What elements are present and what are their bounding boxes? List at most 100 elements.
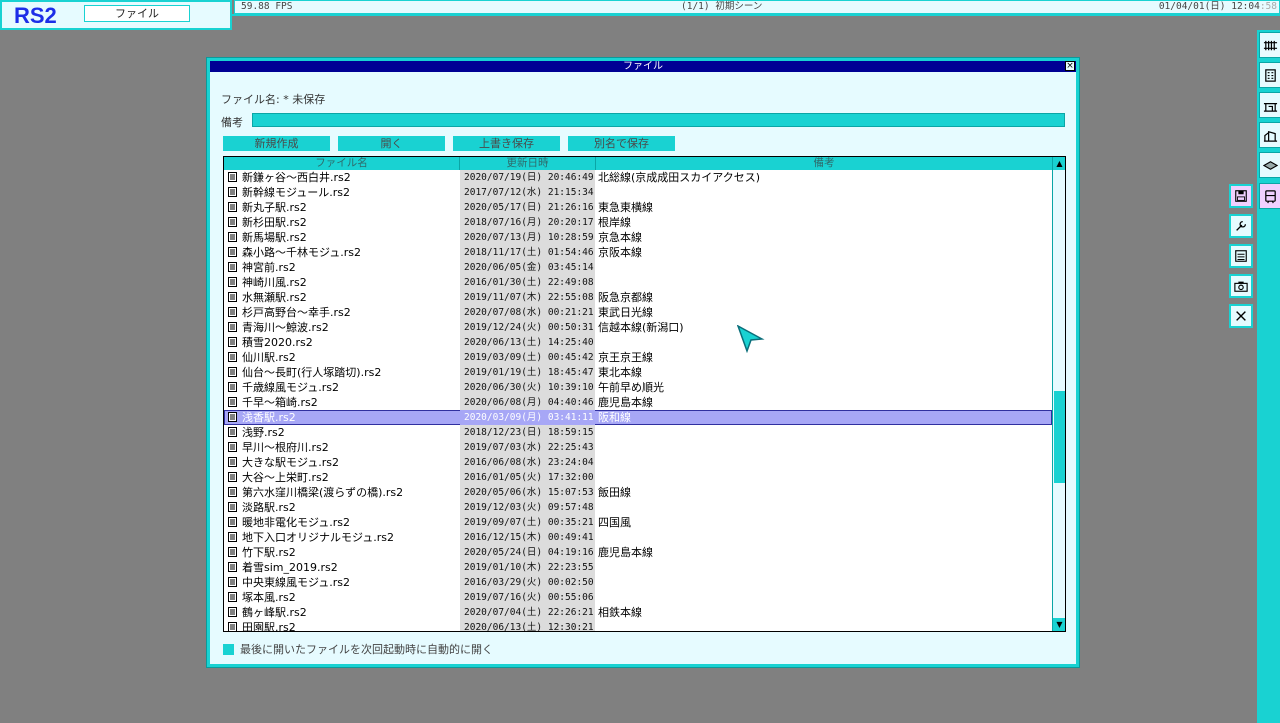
file-row[interactable]: 新幹線モジュール.rs2 2017/07/12(水) 21:15:34 bbox=[224, 185, 1052, 200]
scenery-icon bbox=[1263, 130, 1277, 142]
settings-side-button[interactable] bbox=[1229, 214, 1253, 238]
file-row[interactable]: 中央東線風モジュ.rs2 2016/03/29(火) 00:02:50 bbox=[224, 575, 1052, 590]
close-side-button[interactable] bbox=[1229, 304, 1253, 328]
file-row[interactable]: 着雪sim_2019.rs2 2019/01/10(木) 22:23:55 bbox=[224, 560, 1052, 575]
dialog-title: ファイル bbox=[623, 61, 663, 72]
file-row[interactable]: 塚本風.rs2 2019/07/16(火) 00:55:06 bbox=[224, 590, 1052, 605]
file-date: 2020/05/24(日) 04:19:16 bbox=[460, 545, 595, 560]
file-row[interactable]: 千歳線風モジュ.rs2 2020/06/30(火) 10:39:10 午前早め順光 bbox=[224, 380, 1052, 395]
document-icon bbox=[228, 427, 237, 437]
file-row[interactable]: 神崎川風.rs2 2016/01/30(土) 22:49:08 bbox=[224, 275, 1052, 290]
station-tool-button[interactable] bbox=[1259, 92, 1280, 118]
file-name: 積雪2020.rs2 bbox=[228, 335, 460, 350]
file-row[interactable]: 地下入口オリジナルモジュ.rs2 2016/12/15(木) 00:49:41 bbox=[224, 530, 1052, 545]
file-date: 2020/06/13(土) 12:30:21 bbox=[460, 620, 595, 631]
file-row[interactable]: 浅香駅.rs2 2020/03/09(月) 03:41:11 阪和線 bbox=[224, 410, 1052, 425]
list-side-button[interactable] bbox=[1229, 244, 1253, 268]
file-row[interactable]: 神宮前.rs2 2020/06/05(金) 03:45:14 bbox=[224, 260, 1052, 275]
file-name: 新鎌ヶ谷～西白井.rs2 bbox=[228, 170, 460, 185]
file-row[interactable]: 鶴ヶ峰駅.rs2 2020/07/04(土) 22:26:21 相鉄本線 bbox=[224, 605, 1052, 620]
dialog-titlebar[interactable]: ファイル × bbox=[210, 61, 1076, 72]
file-row[interactable]: 田園駅.rs2 2020/06/13(土) 12:30:21 bbox=[224, 620, 1052, 632]
file-menu-button[interactable]: ファイル bbox=[84, 5, 190, 22]
file-row[interactable]: 新杉田駅.rs2 2018/07/16(月) 20:20:17 根岸線 bbox=[224, 215, 1052, 230]
file-date: 2020/06/05(金) 03:45:14 bbox=[460, 260, 595, 275]
file-name: 神崎川風.rs2 bbox=[228, 275, 460, 290]
file-list-scrollbar[interactable]: ▲ ▼ bbox=[1052, 157, 1065, 631]
file-name: 千早～箱崎.rs2 bbox=[228, 395, 460, 410]
file-name: 大谷～上栄町.rs2 bbox=[228, 470, 460, 485]
file-row[interactable]: 積雪2020.rs2 2020/06/13(土) 14:25:40 bbox=[224, 335, 1052, 350]
file-date: 2018/11/17(土) 01:54:46 bbox=[460, 245, 595, 260]
file-date: 2019/09/07(土) 00:35:21 bbox=[460, 515, 595, 530]
file-name-text: 竹下駅.rs2 bbox=[242, 546, 296, 559]
document-icon bbox=[228, 592, 237, 602]
save-as-button[interactable]: 別名で保存 bbox=[568, 136, 675, 151]
column-header-name[interactable]: ファイル名 bbox=[224, 157, 460, 170]
document-icon bbox=[228, 187, 237, 197]
list-icon bbox=[1235, 250, 1247, 262]
file-memo: 京王京王線 bbox=[598, 351, 653, 364]
file-row[interactable]: 青海川～鯨波.rs2 2019/12/24(火) 00:50:31 信越本線(新潟口… bbox=[224, 320, 1052, 335]
file-name-text: 新幹線モジュール.rs2 bbox=[242, 186, 350, 199]
file-name-text: 青海川～鯨波.rs2 bbox=[242, 321, 329, 334]
file-date: 2019/12/24(火) 00:50:31 bbox=[460, 320, 595, 335]
topbar-divider bbox=[232, 14, 1280, 16]
file-name: 神宮前.rs2 bbox=[228, 260, 460, 275]
auto-open-option[interactable]: 最後に開いたファイルを次回起動時に自動的に開く bbox=[223, 641, 493, 657]
file-name-text: 早川～根府川.rs2 bbox=[242, 441, 329, 454]
file-row[interactable]: 淡路駅.rs2 2019/12/03(火) 09:57:48 bbox=[224, 500, 1052, 515]
dialog-close-button[interactable]: × bbox=[1065, 61, 1075, 71]
file-list[interactable]: ファイル名 更新日時 備考 新鎌ヶ谷～西白井.rs2 2020/07/19(日) … bbox=[223, 156, 1066, 632]
file-date: 2016/01/05(火) 17:32:00 bbox=[460, 470, 595, 485]
file-row[interactable]: 杉戸高野台～幸手.rs2 2020/07/08(水) 00:21:21 東武日光線 bbox=[224, 305, 1052, 320]
open-file-button[interactable]: 開く bbox=[338, 136, 445, 151]
file-name-text: 田園駅.rs2 bbox=[242, 621, 296, 632]
file-list-header: ファイル名 更新日時 備考 bbox=[224, 157, 1052, 170]
file-dialog: ファイル × ファイル名: * 未保存 備考 新規作成 開く 上書き保存 別名で… bbox=[206, 57, 1080, 668]
file-name-text: 暖地非電化モジュ.rs2 bbox=[242, 516, 350, 529]
save-side-button[interactable] bbox=[1229, 184, 1253, 208]
file-row[interactable]: 新馬場駅.rs2 2020/07/13(月) 10:28:59 京急本線 bbox=[224, 230, 1052, 245]
building-tool-button[interactable] bbox=[1259, 62, 1280, 88]
file-row[interactable]: 暖地非電化モジュ.rs2 2019/09/07(土) 00:35:21 四国風 bbox=[224, 515, 1052, 530]
file-date: 2020/07/13(月) 10:28:59 bbox=[460, 230, 595, 245]
column-header-date[interactable]: 更新日時 bbox=[460, 157, 596, 170]
camera-side-button[interactable] bbox=[1229, 274, 1253, 298]
fps-counter: 59.88 FPS bbox=[241, 1, 293, 12]
file-row[interactable]: 新鎌ヶ谷～西白井.rs2 2020/07/19(日) 20:46:49 北総線(京成… bbox=[224, 170, 1052, 185]
file-row[interactable]: 第六水窪川橋梁(渡らずの橋).rs2 2020/05/06(水) 15:07:53… bbox=[224, 485, 1052, 500]
file-row[interactable]: 仙川駅.rs2 2019/03/09(土) 00:45:42 京王京王線 bbox=[224, 350, 1052, 365]
file-date: 2019/01/19(土) 18:45:47 bbox=[460, 365, 595, 380]
rail-track-tool-button[interactable] bbox=[1259, 32, 1280, 58]
file-row[interactable]: 水無瀬駅.rs2 2019/11/07(木) 22:55:08 阪急京都線 bbox=[224, 290, 1052, 305]
file-date: 2018/12/23(日) 18:59:15 bbox=[460, 425, 595, 440]
document-icon bbox=[228, 337, 237, 347]
file-memo: 京急本線 bbox=[598, 231, 642, 244]
scroll-up-arrow-icon[interactable]: ▲ bbox=[1053, 157, 1065, 170]
document-icon bbox=[228, 622, 237, 631]
file-row[interactable]: 早川～根府川.rs2 2019/07/03(水) 22:25:43 bbox=[224, 440, 1052, 455]
train-tool-button[interactable] bbox=[1259, 183, 1280, 209]
file-row[interactable]: 千早～箱崎.rs2 2020/06/08(月) 04:40:46 鹿児島本線 bbox=[224, 395, 1052, 410]
file-row[interactable]: 大きな駅モジュ.rs2 2016/06/08(水) 23:24:04 bbox=[224, 455, 1052, 470]
file-row[interactable]: 仙台～長町(行人塚踏切).rs2 2019/01/19(土) 18:45:47 東北… bbox=[224, 365, 1052, 380]
memo-input[interactable] bbox=[252, 113, 1065, 127]
column-header-memo[interactable]: 備考 bbox=[596, 157, 1052, 170]
file-name: 水無瀬駅.rs2 bbox=[228, 290, 460, 305]
document-icon bbox=[228, 472, 237, 482]
scenery-tool-button[interactable] bbox=[1259, 122, 1280, 148]
auto-open-checkbox[interactable] bbox=[223, 644, 234, 655]
file-row[interactable]: 森小路～千林モジュ.rs2 2018/11/17(土) 01:54:46 京阪本線 bbox=[224, 245, 1052, 260]
document-icon bbox=[228, 292, 237, 302]
layers-tool-button[interactable] bbox=[1259, 152, 1280, 178]
overwrite-save-button[interactable]: 上書き保存 bbox=[453, 136, 560, 151]
file-dialog-body: ファイル × ファイル名: * 未保存 備考 新規作成 開く 上書き保存 別名で… bbox=[210, 61, 1076, 664]
file-row[interactable]: 大谷～上栄町.rs2 2016/01/05(火) 17:32:00 bbox=[224, 470, 1052, 485]
scroll-down-arrow-icon[interactable]: ▼ bbox=[1053, 618, 1065, 631]
file-row[interactable]: 浅野.rs2 2018/12/23(日) 18:59:15 bbox=[224, 425, 1052, 440]
file-row[interactable]: 竹下駅.rs2 2020/05/24(日) 04:19:16 鹿児島本線 bbox=[224, 545, 1052, 560]
new-file-button[interactable]: 新規作成 bbox=[223, 136, 330, 151]
scroll-thumb[interactable] bbox=[1054, 391, 1065, 483]
file-row[interactable]: 新丸子駅.rs2 2020/05/17(日) 21:26:16 東急東横線 bbox=[224, 200, 1052, 215]
